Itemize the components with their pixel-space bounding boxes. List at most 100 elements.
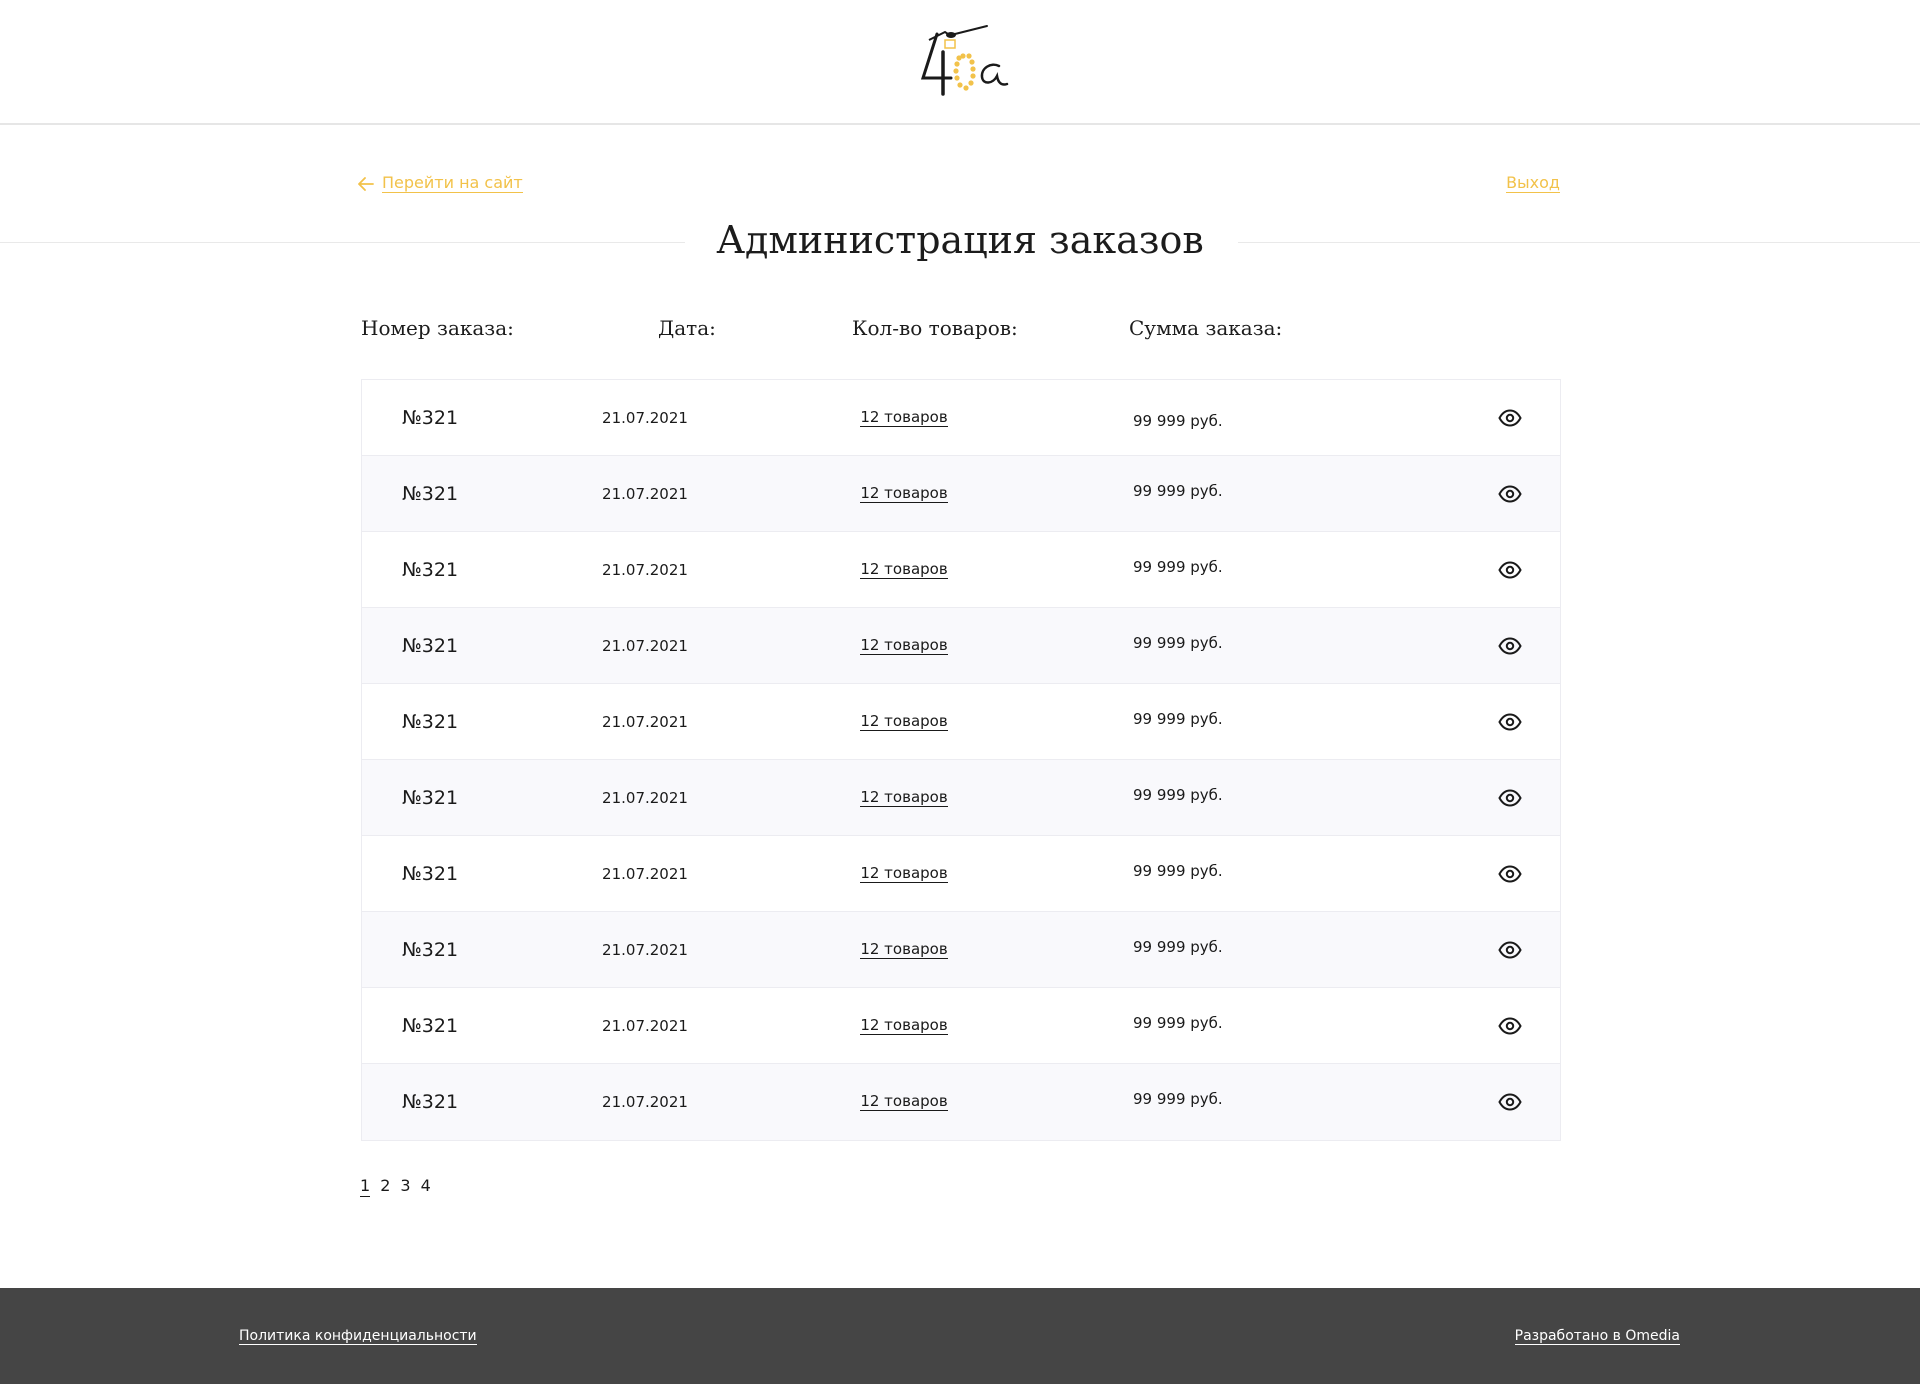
logout-link[interactable]: Выход: [1506, 174, 1560, 193]
view-order-button[interactable]: [1492, 988, 1528, 1063]
page-link-4[interactable]: 4: [421, 1176, 431, 1197]
view-order-button[interactable]: [1492, 380, 1528, 455]
order-sum: 99 999 руб.: [1133, 862, 1223, 880]
order-date: 21.07.2021: [602, 408, 688, 427]
view-order-button[interactable]: [1492, 912, 1528, 987]
view-order-button[interactable]: [1492, 684, 1528, 759]
column-header-qty: Кол-во товаров:: [852, 316, 1018, 340]
eye-icon: [1498, 1016, 1522, 1035]
back-to-site-label: Перейти на сайт: [382, 173, 523, 193]
order-date: 21.07.2021: [602, 1016, 688, 1035]
order-items-link[interactable]: 12 товаров: [860, 484, 948, 503]
view-order-button[interactable]: [1492, 760, 1528, 835]
pagination: 1 2 3 4: [360, 1176, 431, 1197]
order-qty-cell: 12 товаров: [829, 380, 979, 455]
table-row: №321 21.07.2021 12 товаров 99 999 руб.: [362, 1064, 1560, 1140]
order-date: 21.07.2021: [602, 864, 688, 883]
order-items-link[interactable]: 12 товаров: [860, 940, 948, 959]
eye-icon: [1498, 864, 1522, 883]
order-sum: 99 999 руб.: [1133, 482, 1223, 500]
table-row: №321 21.07.2021 12 товаров 99 999 руб.: [362, 608, 1560, 684]
page-link-3[interactable]: 3: [400, 1176, 410, 1197]
order-sum: 99 999 руб.: [1133, 558, 1223, 576]
table-row: №321 21.07.2021 12 товаров 99 999 руб.: [362, 912, 1560, 988]
privacy-policy-link[interactable]: Политика конфиденциальности: [239, 1328, 477, 1345]
view-order-button[interactable]: [1492, 608, 1528, 683]
eye-icon: [1498, 1092, 1522, 1111]
arrow-left-icon: [358, 176, 374, 191]
order-number: №321: [402, 786, 459, 809]
eye-icon: [1498, 712, 1522, 731]
table-row: №321 21.07.2021 12 товаров 99 999 руб.: [362, 380, 1560, 456]
order-qty-cell: 12 товаров: [829, 912, 979, 987]
orders-table: №321 21.07.2021 12 товаров 99 999 руб. №…: [361, 379, 1561, 1141]
eye-icon: [1498, 484, 1522, 503]
order-qty-cell: 12 товаров: [829, 760, 979, 835]
order-date: 21.07.2021: [602, 712, 688, 731]
order-number: №321: [402, 938, 459, 961]
order-number: №321: [402, 634, 459, 657]
order-number: №321: [402, 482, 459, 505]
page-title: Администрация заказов: [716, 218, 1204, 262]
eye-icon: [1498, 636, 1522, 655]
view-order-button[interactable]: [1492, 456, 1528, 531]
table-row: №321 21.07.2021 12 товаров 99 999 руб.: [362, 760, 1560, 836]
order-date: 21.07.2021: [602, 636, 688, 655]
order-qty-cell: 12 товаров: [829, 684, 979, 759]
order-sum: 99 999 руб.: [1133, 1090, 1223, 1108]
site-logo[interactable]: [915, 22, 1015, 102]
order-sum: 99 999 руб.: [1133, 412, 1223, 430]
site-footer: Политика конфиденциальности Разработано …: [0, 1288, 1920, 1384]
site-header: [0, 0, 1920, 125]
developer-link[interactable]: Разработано в Omedia: [1514, 1328, 1680, 1345]
eye-icon: [1498, 788, 1522, 807]
column-header-date: Дата:: [658, 316, 716, 340]
view-order-button[interactable]: [1492, 836, 1528, 911]
page-link-1[interactable]: 1: [360, 1176, 371, 1197]
order-sum: 99 999 руб.: [1133, 938, 1223, 956]
back-to-site-link[interactable]: Перейти на сайт: [358, 174, 523, 193]
order-date: 21.07.2021: [602, 1092, 688, 1111]
order-sum: 99 999 руб.: [1133, 1014, 1223, 1032]
order-qty-cell: 12 товаров: [829, 1064, 979, 1139]
order-number: №321: [402, 862, 459, 885]
view-order-button[interactable]: [1492, 532, 1528, 607]
table-row: №321 21.07.2021 12 товаров 99 999 руб.: [362, 532, 1560, 608]
table-row: №321 21.07.2021 12 товаров 99 999 руб.: [362, 456, 1560, 532]
order-items-link[interactable]: 12 товаров: [860, 408, 948, 427]
order-items-link[interactable]: 12 товаров: [860, 1092, 948, 1111]
order-number: №321: [402, 710, 459, 733]
order-sum: 99 999 руб.: [1133, 786, 1223, 804]
order-qty-cell: 12 товаров: [829, 836, 979, 911]
order-number: №321: [402, 558, 459, 581]
order-qty-cell: 12 товаров: [829, 608, 979, 683]
table-header: Номер заказа: Дата: Кол-во товаров: Сумм…: [0, 316, 1920, 346]
order-items-link[interactable]: 12 товаров: [860, 560, 948, 579]
page-link-2[interactable]: 2: [380, 1176, 390, 1197]
column-header-number: Номер заказа:: [361, 316, 514, 340]
order-date: 21.07.2021: [602, 484, 688, 503]
table-row: №321 21.07.2021 12 товаров 99 999 руб.: [362, 988, 1560, 1064]
order-number: №321: [402, 1090, 459, 1113]
table-row: №321 21.07.2021 12 товаров 99 999 руб.: [362, 836, 1560, 912]
table-row: №321 21.07.2021 12 товаров 99 999 руб.: [362, 684, 1560, 760]
order-qty-cell: 12 товаров: [829, 988, 979, 1063]
order-items-link[interactable]: 12 товаров: [860, 788, 948, 807]
order-qty-cell: 12 товаров: [829, 456, 979, 531]
order-number: №321: [402, 406, 459, 429]
order-date: 21.07.2021: [602, 788, 688, 807]
order-items-link[interactable]: 12 товаров: [860, 1016, 948, 1035]
eye-icon: [1498, 560, 1522, 579]
order-date: 21.07.2021: [602, 940, 688, 959]
order-number: №321: [402, 1014, 459, 1037]
order-sum: 99 999 руб.: [1133, 710, 1223, 728]
order-items-link[interactable]: 12 товаров: [860, 636, 948, 655]
column-header-sum: Сумма заказа:: [1129, 316, 1283, 340]
order-qty-cell: 12 товаров: [829, 532, 979, 607]
order-sum: 99 999 руб.: [1133, 634, 1223, 652]
order-items-link[interactable]: 12 товаров: [860, 864, 948, 883]
view-order-button[interactable]: [1492, 1064, 1528, 1139]
order-items-link[interactable]: 12 товаров: [860, 712, 948, 731]
order-date: 21.07.2021: [602, 560, 688, 579]
eye-icon: [1498, 940, 1522, 959]
